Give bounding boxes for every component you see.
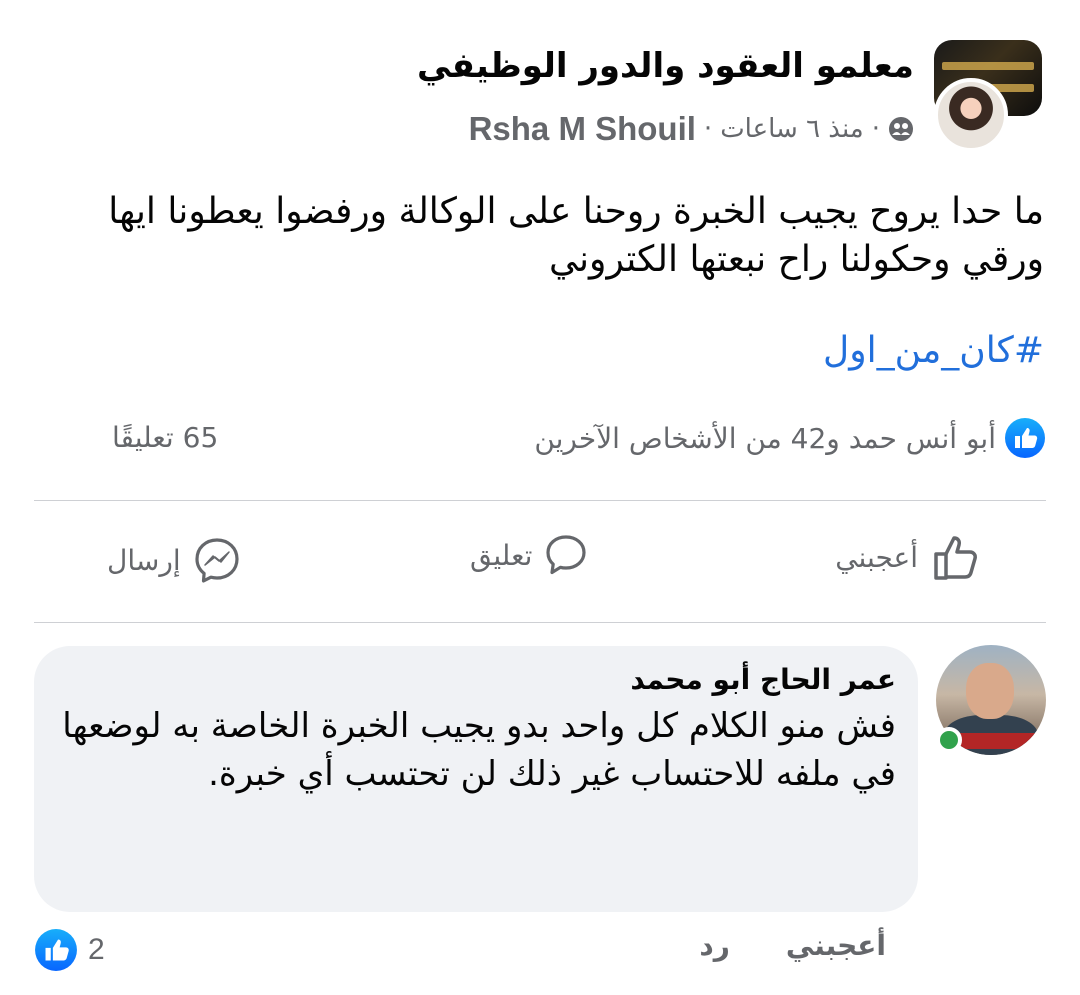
- author-avatar[interactable]: [934, 78, 1008, 152]
- comment-bubble: عمر الحاج أبو محمد فش منو الكلام كل واحد…: [34, 646, 918, 912]
- like-badge-icon: [35, 929, 77, 971]
- post-time[interactable]: منذ ٦ ساعات: [720, 114, 864, 144]
- comment-actions: أعجبني رد: [699, 929, 886, 962]
- group-members-icon: [889, 117, 913, 141]
- divider: [34, 622, 1046, 623]
- comment-text: فش منو الكلام كل واحد بدو يجيب الخبرة ال…: [62, 706, 896, 794]
- send-label: إرسال: [107, 543, 181, 577]
- meta-separator: ·: [871, 114, 880, 144]
- send-button[interactable]: إرسال: [107, 536, 241, 584]
- group-avatar[interactable]: [934, 38, 1044, 152]
- comments-count[interactable]: 65 تعليقًا: [112, 421, 218, 454]
- comment-like-button[interactable]: أعجبني: [786, 929, 886, 962]
- like-badge-icon: [1005, 418, 1045, 458]
- post-hashtag[interactable]: #كان_من_اول: [823, 330, 1044, 371]
- reactions-text: أبو أنس حمد و42 من الأشخاص الآخرين: [534, 421, 996, 455]
- comment-author[interactable]: عمر الحاج أبو محمد: [56, 662, 896, 698]
- group-name[interactable]: معلمو العقود والدور الوظيفي: [417, 46, 914, 86]
- like-label: أعجبني: [835, 540, 918, 574]
- comment-label: تعليق: [470, 538, 533, 572]
- post-text: ما حدا يروح يجيب الخبرة روحنا على الوكال…: [108, 191, 1044, 280]
- messenger-icon: [195, 538, 239, 583]
- meta-separator: ·: [703, 114, 713, 144]
- post-meta: · منذ ٦ ساعات · Rsha M Shouil: [469, 110, 914, 148]
- comment-reactions[interactable]: 2: [34, 928, 105, 972]
- speech-bubble-icon: [546, 535, 586, 575]
- commenter-avatar[interactable]: [936, 645, 1046, 755]
- divider: [34, 500, 1046, 501]
- comment-reply-button[interactable]: رد: [699, 929, 730, 962]
- comment-button[interactable]: تعليق: [470, 533, 588, 577]
- reactions-summary[interactable]: أبو أنس حمد و42 من الأشخاص الآخرين: [534, 417, 1046, 459]
- like-button[interactable]: أعجبني: [835, 530, 984, 584]
- post-author[interactable]: Rsha M Shouil: [469, 110, 696, 148]
- comment-reactions-count: 2: [88, 933, 105, 966]
- thumbs-up-icon: [934, 536, 977, 580]
- online-status-indicator: [936, 727, 962, 753]
